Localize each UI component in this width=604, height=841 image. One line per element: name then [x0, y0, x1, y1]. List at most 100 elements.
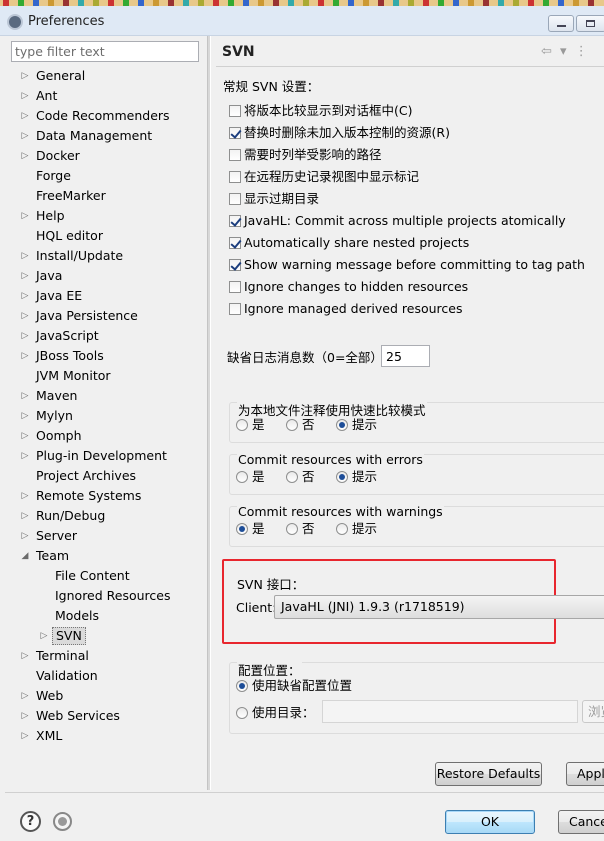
unchecked-box-icon[interactable] [229, 303, 241, 315]
checked-box-icon[interactable] [229, 237, 241, 249]
back-arrow-icon[interactable]: ⇦ [541, 44, 552, 59]
tree-item-label: Oomph [36, 428, 82, 443]
chevron-down-icon[interactable]: ▾ [560, 44, 567, 59]
tree-item-web[interactable]: ▷ Web [0, 686, 207, 706]
collapsed-arrow-icon[interactable]: ▷ [20, 706, 30, 726]
collapsed-arrow-icon[interactable]: ▷ [20, 206, 30, 226]
tree-item-server[interactable]: ▷ Server [0, 526, 207, 546]
collapsed-arrow-icon[interactable]: ▷ [20, 66, 30, 86]
tree-item-java-persistence[interactable]: ▷ Java Persistence [0, 306, 207, 326]
config-directory-input[interactable] [322, 700, 578, 723]
filter-input[interactable] [11, 41, 199, 62]
checked-box-icon[interactable] [229, 259, 241, 271]
radio-dot[interactable] [336, 419, 348, 431]
collapsed-arrow-icon[interactable]: ▷ [20, 286, 30, 306]
radio-dot[interactable] [286, 523, 298, 535]
cancel-button[interactable]: Cancel [558, 810, 604, 834]
tree-item-general[interactable]: ▷ General [0, 66, 207, 86]
unchecked-box-icon[interactable] [229, 149, 241, 161]
collapsed-arrow-icon[interactable]: ▷ [20, 686, 30, 706]
tree-item-jvm-monitor[interactable]: JVM Monitor [0, 366, 207, 386]
radio-dot[interactable] [336, 471, 348, 483]
radio-dot[interactable] [236, 707, 248, 719]
collapsed-arrow-icon[interactable]: ▷ [20, 426, 30, 446]
tree-item-oomph[interactable]: ▷ Oomph [0, 426, 207, 446]
tree-item-run-debug[interactable]: ▷ Run/Debug [0, 506, 207, 526]
collapsed-arrow-icon[interactable]: ▷ [20, 326, 30, 346]
collapsed-arrow-icon[interactable]: ▷ [20, 266, 30, 286]
tree-item-web-services[interactable]: ▷ Web Services [0, 706, 207, 726]
tree-item-code-recommenders[interactable]: ▷ Code Recommenders [0, 106, 207, 126]
collapsed-arrow-icon[interactable]: ▷ [20, 406, 30, 426]
footer-separator [5, 792, 604, 793]
browse-button[interactable]: 浏览 [582, 700, 604, 723]
unchecked-box-icon[interactable] [229, 193, 241, 205]
import-export-icon[interactable] [53, 812, 72, 831]
collapsed-arrow-icon[interactable]: ▷ [20, 306, 30, 326]
tree-item-project-archives[interactable]: Project Archives [0, 466, 207, 486]
tree-item-ant[interactable]: ▷ Ant [0, 86, 207, 106]
collapsed-arrow-icon[interactable]: ▷ [20, 146, 30, 166]
tree-item-java-ee[interactable]: ▷ Java EE [0, 286, 207, 306]
tree-item-mylyn[interactable]: ▷ Mylyn [0, 406, 207, 426]
checked-box-icon[interactable] [229, 215, 241, 227]
radio-dot[interactable] [236, 419, 248, 431]
radio-dot[interactable] [286, 419, 298, 431]
collapsed-arrow-icon[interactable]: ▷ [20, 246, 30, 266]
tree-item-java[interactable]: ▷ Java [0, 266, 207, 286]
tree-item-install-update[interactable]: ▷ Install/Update [0, 246, 207, 266]
tree-item-hql-editor[interactable]: HQL editor [0, 226, 207, 246]
tree-item-team[interactable]: ◢ Team [0, 546, 207, 566]
collapsed-arrow-icon[interactable]: ▷ [20, 526, 30, 546]
apply-button[interactable]: Apply [566, 762, 604, 786]
collapsed-arrow-icon[interactable]: ▷ [20, 86, 30, 106]
tree-item-validation[interactable]: Validation [0, 666, 207, 686]
tree-item-maven[interactable]: ▷ Maven [0, 386, 207, 406]
tree-item-javascript[interactable]: ▷ JavaScript [0, 326, 207, 346]
checked-box-icon[interactable] [229, 127, 241, 139]
collapsed-arrow-icon[interactable]: ▷ [20, 446, 30, 466]
tree-item-forge[interactable]: Forge [0, 166, 207, 186]
tree-item-xml[interactable]: ▷ XML [0, 726, 207, 746]
client-select[interactable]: JavaHL (JNI) 1.9.3 (r1718519) [274, 595, 604, 619]
collapsed-arrow-icon[interactable]: ▷ [20, 346, 30, 366]
radio-dot[interactable] [336, 523, 348, 535]
expanded-arrow-icon[interactable]: ◢ [20, 546, 30, 566]
help-icon[interactable]: ? [20, 811, 41, 832]
radio-dot[interactable] [236, 523, 248, 535]
pane-divider[interactable] [207, 36, 211, 790]
radio-option-label: 是 [252, 521, 265, 536]
ok-button[interactable]: OK [445, 810, 535, 834]
tree-item-help[interactable]: ▷ Help [0, 206, 207, 226]
view-menu-icon[interactable]: ⋮ [575, 44, 588, 59]
maximize-icon[interactable] [576, 15, 604, 32]
tree-item-terminal[interactable]: ▷ Terminal [0, 646, 207, 666]
collapsed-arrow-icon[interactable]: ▷ [20, 726, 30, 746]
unchecked-box-icon[interactable] [229, 105, 241, 117]
tree-item-data-management[interactable]: ▷ Data Management [0, 126, 207, 146]
collapsed-arrow-icon[interactable]: ▷ [20, 506, 30, 526]
tree-item-models[interactable]: Models [0, 606, 207, 626]
tree-item-docker[interactable]: ▷ Docker [0, 146, 207, 166]
collapsed-arrow-icon[interactable]: ▷ [39, 626, 49, 646]
tree-item-ignored-resources[interactable]: Ignored Resources [0, 586, 207, 606]
radio-dot[interactable] [286, 471, 298, 483]
collapsed-arrow-icon[interactable]: ▷ [20, 386, 30, 406]
unchecked-box-icon[interactable] [229, 171, 241, 183]
collapsed-arrow-icon[interactable]: ▷ [20, 106, 30, 126]
collapsed-arrow-icon[interactable]: ▷ [20, 646, 30, 666]
radio-dot[interactable] [236, 680, 248, 692]
tree-item-file-content[interactable]: File Content [0, 566, 207, 586]
minimize-icon[interactable] [548, 15, 574, 32]
log-count-input[interactable] [381, 345, 430, 367]
tree-item-plug-in-development[interactable]: ▷ Plug-in Development [0, 446, 207, 466]
collapsed-arrow-icon[interactable]: ▷ [20, 126, 30, 146]
tree-item-freemarker[interactable]: FreeMarker [0, 186, 207, 206]
collapsed-arrow-icon[interactable]: ▷ [20, 486, 30, 506]
restore-defaults-button[interactable]: Restore Defaults [435, 762, 542, 786]
unchecked-box-icon[interactable] [229, 281, 241, 293]
tree-item-jboss-tools[interactable]: ▷ JBoss Tools [0, 346, 207, 366]
tree-item-svn[interactable]: ▷ SVN [0, 626, 207, 646]
radio-dot[interactable] [236, 471, 248, 483]
tree-item-remote-systems[interactable]: ▷ Remote Systems [0, 486, 207, 506]
